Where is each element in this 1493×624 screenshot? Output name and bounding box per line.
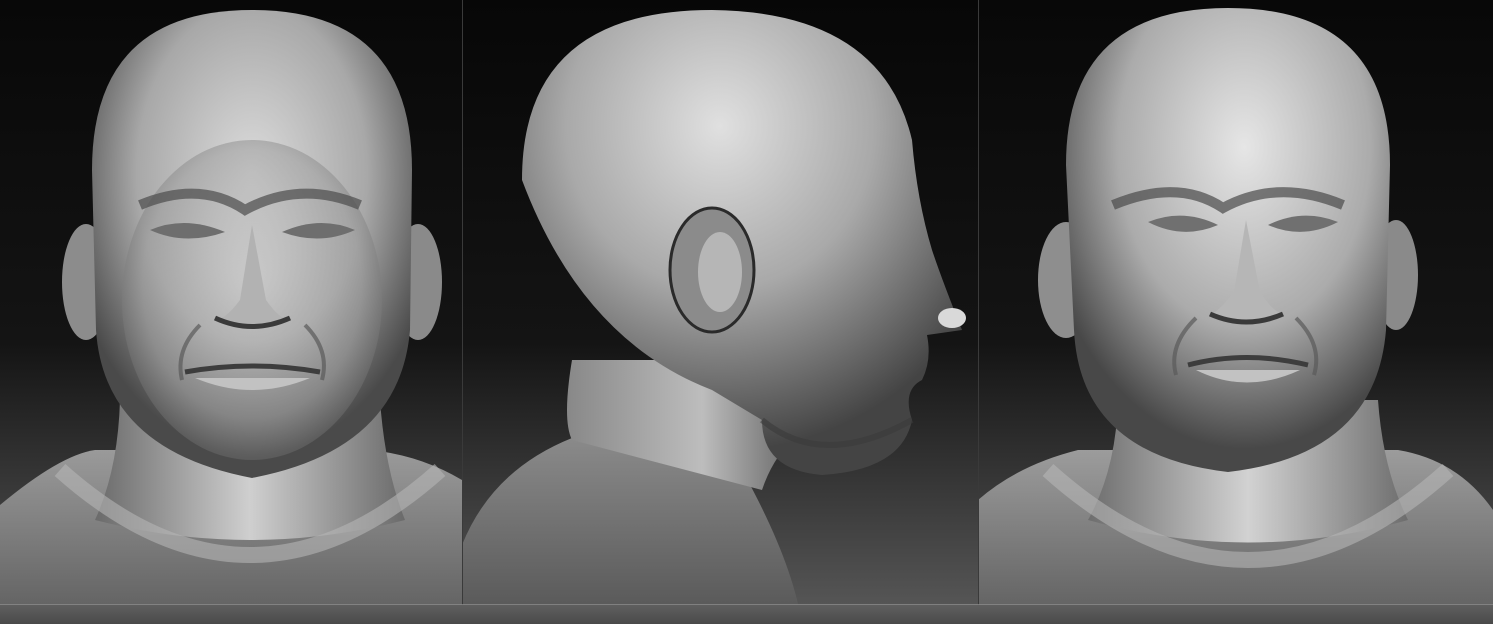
floor-line	[0, 604, 1493, 605]
front-bust-render	[0, 0, 462, 624]
render-stage	[0, 0, 1493, 624]
side-view-panel	[462, 0, 978, 624]
front-view-panel	[0, 0, 462, 624]
panel-divider-right	[978, 0, 979, 605]
panel-divider-left	[462, 0, 463, 605]
profile-bust-render	[462, 0, 978, 624]
floor-strip	[0, 605, 1493, 624]
front-lit-view-panel	[978, 0, 1493, 624]
front-lit-bust-render	[978, 0, 1493, 624]
